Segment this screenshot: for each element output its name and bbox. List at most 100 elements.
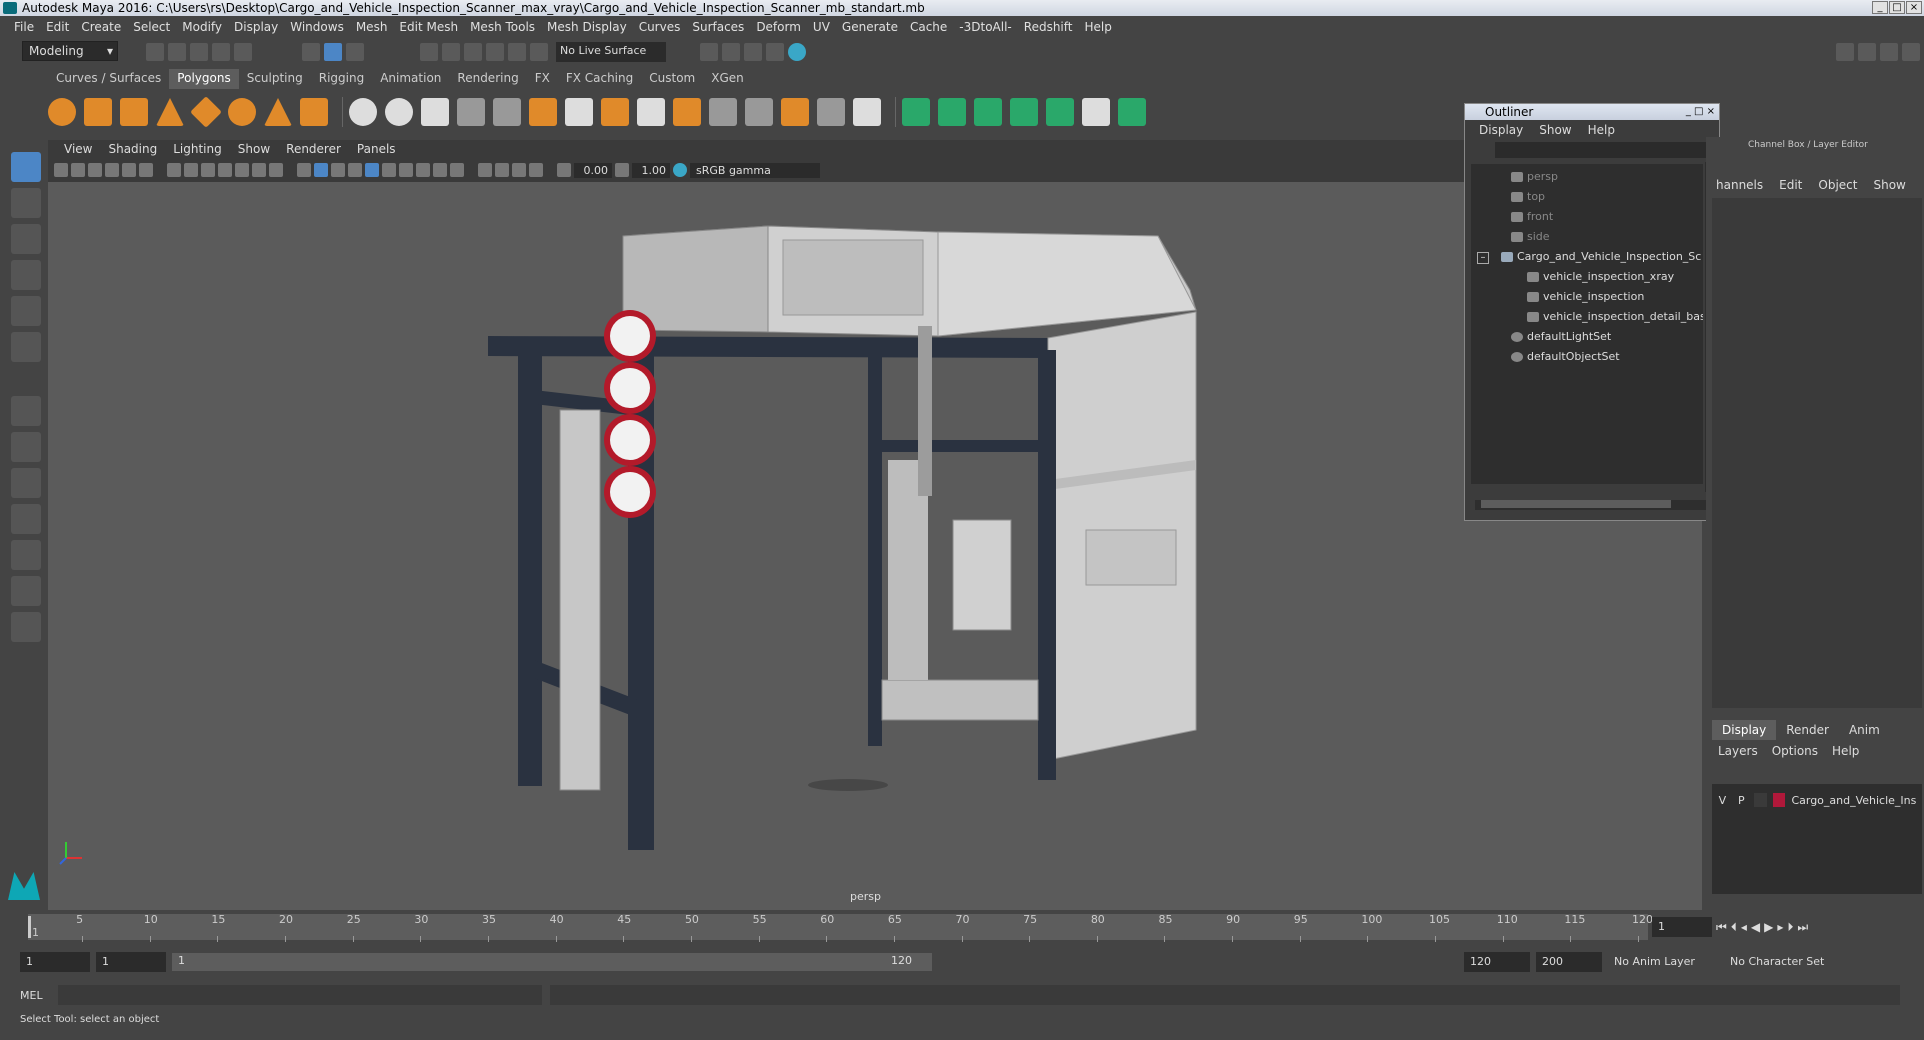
poly-pyramid-icon[interactable] bbox=[264, 98, 292, 126]
menu-file[interactable]: File bbox=[8, 20, 40, 34]
safe-action-icon[interactable] bbox=[252, 163, 266, 177]
modeling-toolkit-icon[interactable] bbox=[1836, 43, 1854, 61]
gamma-field[interactable]: 1.00 bbox=[632, 162, 670, 178]
color-space-dropdown[interactable]: sRGB gamma bbox=[690, 162, 820, 178]
uv-checker-icon[interactable] bbox=[1082, 98, 1110, 126]
shelf-tab-curves-surfaces[interactable]: Curves / Surfaces bbox=[48, 69, 169, 89]
gate-mask-icon[interactable] bbox=[218, 163, 232, 177]
isolate-select-icon[interactable] bbox=[478, 163, 492, 177]
image-plane-icon[interactable] bbox=[105, 163, 119, 177]
layout-persp-outliner-icon[interactable] bbox=[11, 540, 41, 570]
maximize-button[interactable]: □ bbox=[1889, 1, 1905, 14]
vp-menu-lighting[interactable]: Lighting bbox=[165, 142, 230, 156]
use-all-lights-icon[interactable] bbox=[365, 163, 379, 177]
uv-cylindrical-icon[interactable] bbox=[938, 98, 966, 126]
cb-menu-edit[interactable]: Edit bbox=[1779, 178, 1802, 192]
ambient-occlusion-icon[interactable] bbox=[399, 163, 413, 177]
poly-cube-icon[interactable] bbox=[84, 98, 112, 126]
poly-torus-icon[interactable] bbox=[228, 98, 256, 126]
depth-of-field-icon[interactable] bbox=[450, 163, 464, 177]
menu-windows[interactable]: Windows bbox=[284, 20, 350, 34]
wireframe-on-shaded-icon[interactable] bbox=[331, 163, 345, 177]
time-slider-cursor[interactable] bbox=[28, 916, 31, 938]
target-weld-icon[interactable] bbox=[781, 98, 809, 126]
outliner-item-top[interactable]: top bbox=[1511, 188, 1545, 206]
outliner-menu-show[interactable]: Show bbox=[1531, 123, 1579, 137]
outliner-search-input[interactable] bbox=[1495, 142, 1713, 158]
shelf-tab-animation[interactable]: Animation bbox=[372, 69, 449, 89]
shelf-tab-rigging[interactable]: Rigging bbox=[311, 69, 372, 89]
paint-select-tool-icon[interactable] bbox=[11, 224, 41, 254]
2d-pan-zoom-icon[interactable] bbox=[122, 163, 136, 177]
menu-deform[interactable]: Deform bbox=[750, 20, 807, 34]
scene-end-field[interactable]: 200 bbox=[1536, 952, 1602, 972]
menu-mesh-display[interactable]: Mesh Display bbox=[541, 20, 633, 34]
separate-icon[interactable] bbox=[385, 98, 413, 126]
current-frame-field[interactable]: 1 bbox=[1652, 917, 1712, 937]
poly-cylinder-icon[interactable] bbox=[120, 98, 148, 126]
shelf-tab-polygons[interactable]: Polygons bbox=[169, 69, 239, 89]
snap-surface-icon[interactable] bbox=[508, 43, 526, 61]
cb-menu-channels[interactable]: hannels bbox=[1716, 178, 1763, 192]
bookmark-icon[interactable] bbox=[88, 163, 102, 177]
motion-blur-icon[interactable] bbox=[416, 163, 430, 177]
layout-side-by-side-icon[interactable] bbox=[11, 468, 41, 498]
snap-point-icon[interactable] bbox=[464, 43, 482, 61]
menu-cache[interactable]: Cache bbox=[904, 20, 953, 34]
shelf-tab-xgen[interactable]: XGen bbox=[703, 69, 752, 89]
outliner-item-default-light-set[interactable]: defaultLightSet bbox=[1511, 328, 1611, 346]
camera-attributes-icon[interactable] bbox=[71, 163, 85, 177]
uv-unfold-icon[interactable] bbox=[1046, 98, 1074, 126]
snap-view-icon[interactable] bbox=[486, 43, 504, 61]
play-backward-icon[interactable]: ◀ bbox=[1751, 920, 1760, 934]
shelf-tab-sculpting[interactable]: Sculpting bbox=[239, 69, 311, 89]
layer-row[interactable]: V P Cargo_and_Vehicle_Ins bbox=[1716, 791, 1920, 809]
layer-color-swatch[interactable] bbox=[1772, 793, 1786, 807]
render-view-icon[interactable] bbox=[700, 43, 718, 61]
save-scene-icon[interactable] bbox=[190, 43, 208, 61]
scene-start-field[interactable]: 1 bbox=[20, 952, 90, 972]
select-component-icon[interactable] bbox=[346, 43, 364, 61]
shelf-tab-custom[interactable]: Custom bbox=[641, 69, 703, 89]
xray-icon[interactable] bbox=[495, 163, 509, 177]
scale-tool-icon[interactable] bbox=[11, 332, 41, 362]
grease-pencil-icon[interactable] bbox=[139, 163, 153, 177]
poly-plane-icon[interactable] bbox=[190, 96, 222, 128]
xray-components-icon[interactable] bbox=[529, 163, 543, 177]
range-bar[interactable]: 1 120 bbox=[172, 953, 932, 971]
quad-draw-icon[interactable] bbox=[817, 98, 845, 126]
smooth-shade-icon[interactable] bbox=[314, 163, 328, 177]
layer-menu-help[interactable]: Help bbox=[1832, 744, 1859, 758]
tool-settings-icon[interactable] bbox=[1880, 43, 1898, 61]
cb-menu-object[interactable]: Object bbox=[1818, 178, 1857, 192]
layer-tab-anim[interactable]: Anim bbox=[1839, 720, 1890, 740]
resolution-gate-icon[interactable] bbox=[201, 163, 215, 177]
layer-name[interactable]: Cargo_and_Vehicle_Ins bbox=[1791, 794, 1920, 807]
layer-tab-display[interactable]: Display bbox=[1712, 720, 1777, 740]
uv-editor-icon[interactable] bbox=[1118, 98, 1146, 126]
vp-menu-renderer[interactable]: Renderer bbox=[278, 142, 349, 156]
hypershade-icon[interactable] bbox=[788, 43, 806, 61]
move-tool-icon[interactable] bbox=[11, 260, 41, 290]
outliner-item-xray[interactable]: vehicle_inspection_xray bbox=[1527, 268, 1674, 286]
layer-tab-render[interactable]: Render bbox=[1776, 720, 1839, 740]
new-scene-icon[interactable] bbox=[146, 43, 164, 61]
extrude-icon[interactable] bbox=[529, 98, 557, 126]
select-object-icon[interactable] bbox=[324, 43, 342, 61]
vp-menu-panels[interactable]: Panels bbox=[349, 142, 404, 156]
minimize-button[interactable]: _ bbox=[1872, 1, 1888, 14]
menu-mesh[interactable]: Mesh bbox=[350, 20, 394, 34]
snap-live-icon[interactable] bbox=[530, 43, 548, 61]
layout-persp-graph-icon[interactable] bbox=[11, 504, 41, 534]
redo-icon[interactable] bbox=[234, 43, 252, 61]
layer-type-toggle[interactable] bbox=[1753, 793, 1767, 807]
layout-single-pane-icon[interactable] bbox=[11, 396, 41, 426]
menu-curves[interactable]: Curves bbox=[633, 20, 687, 34]
outliner-window-buttons[interactable]: _ □ × bbox=[1686, 104, 1715, 120]
layout-four-pane-icon[interactable] bbox=[11, 432, 41, 462]
insert-edge-loop-icon[interactable] bbox=[745, 98, 773, 126]
outliner-item-side[interactable]: side bbox=[1511, 228, 1550, 246]
shelf-tab-rendering[interactable]: Rendering bbox=[449, 69, 526, 89]
uv-automatic-icon[interactable] bbox=[1010, 98, 1038, 126]
open-scene-icon[interactable] bbox=[168, 43, 186, 61]
